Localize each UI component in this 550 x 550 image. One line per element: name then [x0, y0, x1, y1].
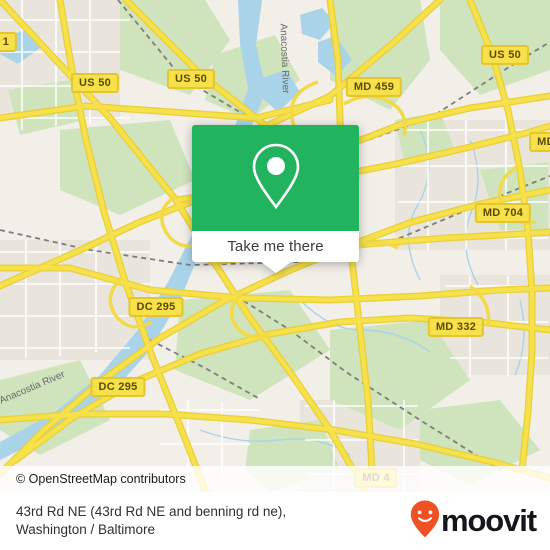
place-name: 43rd Rd NE (43rd Rd NE and benning rd ne… [0, 503, 286, 539]
callout-tail-pointer [260, 262, 291, 273]
location-pin-icon [248, 140, 304, 217]
callout-footer[interactable]: Take me there [192, 231, 359, 262]
openstreetmap-attribution[interactable]: © OpenStreetMap contributors [0, 472, 186, 486]
moovit-logo[interactable]: moovit [410, 500, 550, 543]
road-shield-us50-mid[interactable]: US 50 [166, 69, 216, 89]
road-shield-md332[interactable]: MD 332 [427, 317, 485, 337]
road-shield-md-clipped[interactable]: MD [529, 132, 550, 152]
road-shield-dc295-upper[interactable]: DC 295 [128, 297, 184, 317]
road-shield-us50-west[interactable]: US 50 [70, 73, 120, 93]
footer-bar: 43rd Rd NE (43rd Rd NE and benning rd ne… [0, 492, 550, 550]
map-canvas[interactable]: Anacostia River Anacostia River 1 US 50 … [0, 0, 550, 492]
road-shield-dc295-lower[interactable]: DC 295 [90, 377, 146, 397]
road-shield-md704[interactable]: MD 704 [474, 203, 532, 223]
map-attribution-bar: © OpenStreetMap contributors [0, 466, 550, 492]
road-shield-md201[interactable]: 1 [0, 32, 18, 52]
place-name-line1: 43rd Rd NE (43rd Rd NE and benning rd ne… [16, 504, 287, 519]
callout-header [192, 125, 359, 231]
take-me-there-button[interactable]: Take me there [227, 238, 323, 255]
place-name-line2: Washington / Baltimore [16, 522, 156, 537]
road-shield-md459[interactable]: MD 459 [345, 77, 403, 97]
moovit-map-screenshot: Anacostia River Anacostia River 1 US 50 … [0, 0, 550, 550]
moovit-wordmark: moovit [440, 503, 537, 538]
road-shield-us50-east[interactable]: US 50 [480, 45, 530, 65]
location-callout-card[interactable]: Take me there [192, 125, 359, 273]
moovit-smiley-pin-icon [410, 500, 440, 543]
